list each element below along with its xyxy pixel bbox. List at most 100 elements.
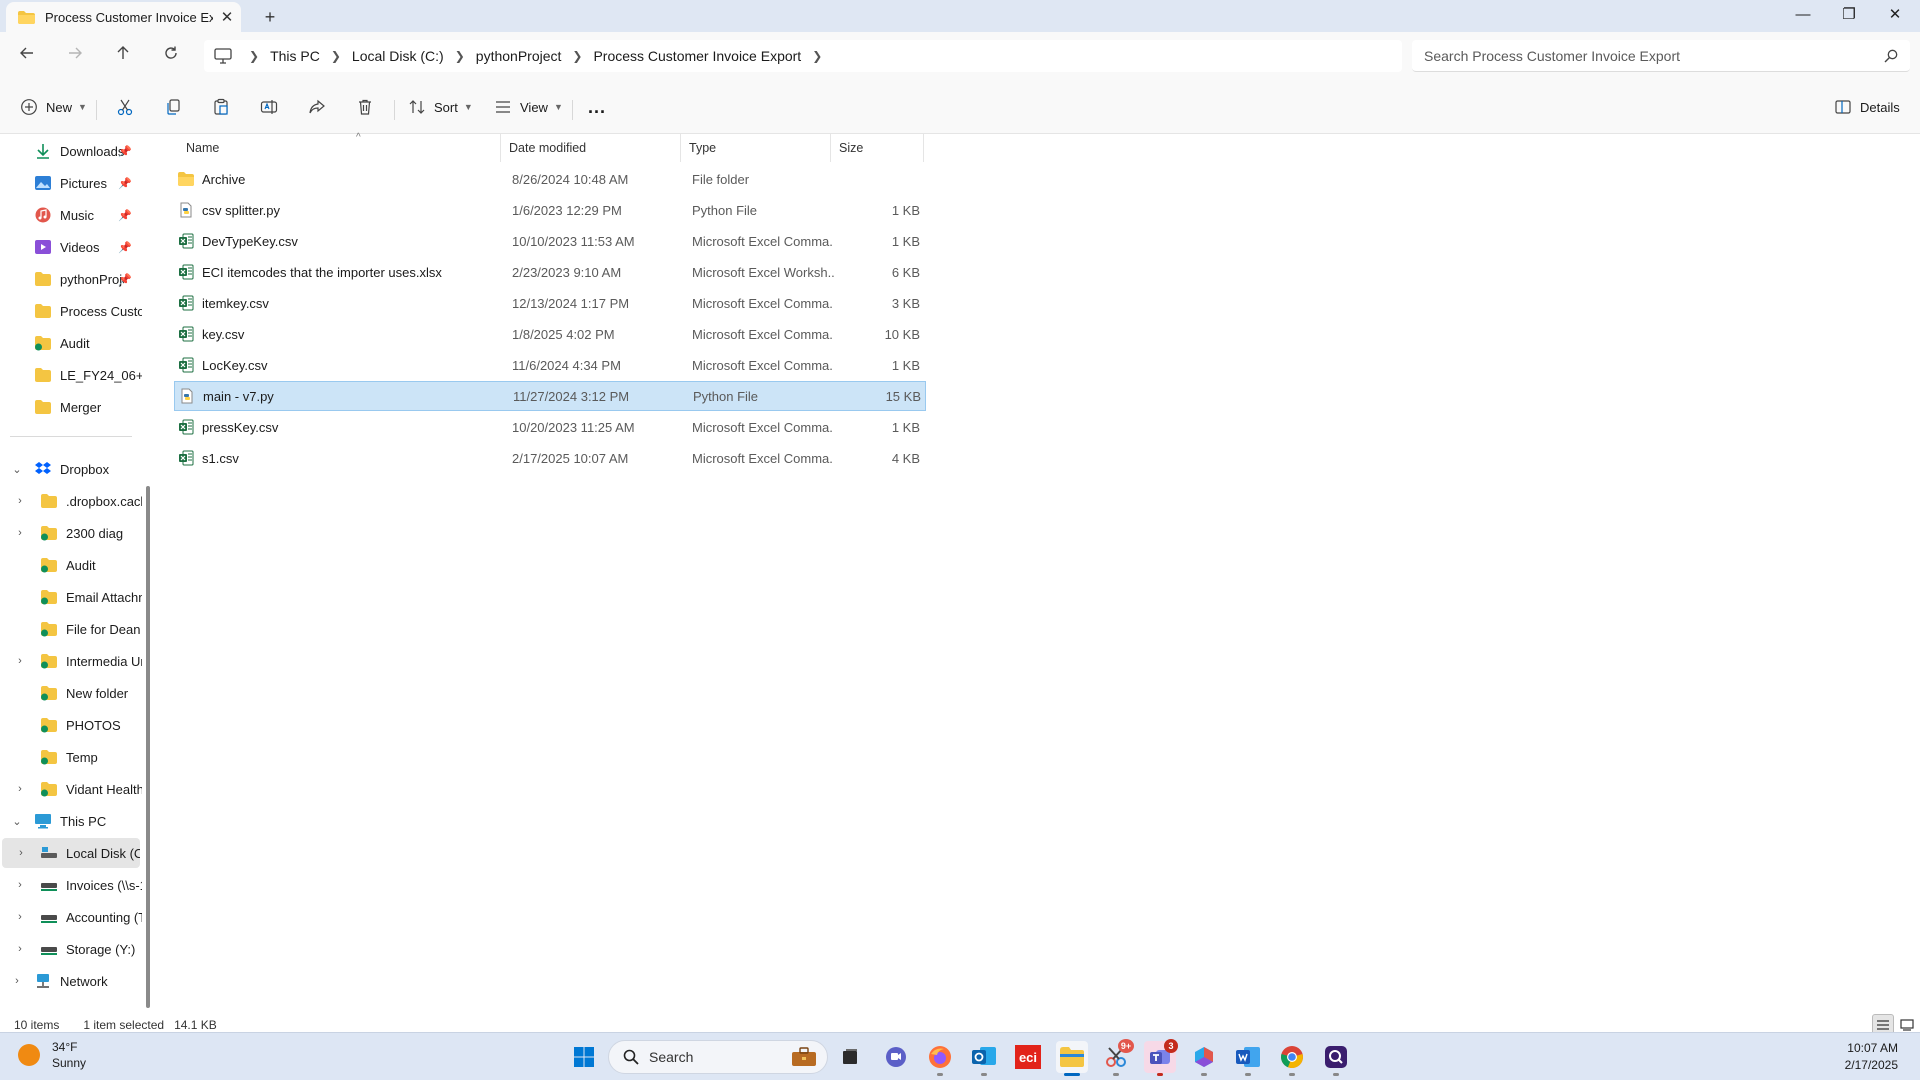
nav-item-network[interactable]: › Network (0, 966, 142, 996)
system-clock[interactable]: 10:07 AM 2/17/2025 (1845, 1040, 1898, 1074)
chrome-button[interactable] (1276, 1041, 1308, 1076)
scissors-icon (117, 99, 133, 116)
nav-item-music[interactable]: Music 📌 (0, 200, 142, 230)
nav-scrollbar[interactable] (146, 486, 150, 1008)
table-row[interactable]: Archive 8/26/2024 10:48 AM File folder (174, 164, 926, 194)
table-row[interactable]: DevTypeKey.csv 10/10/2023 11:53 AM Microso… (174, 226, 926, 256)
minimize-button[interactable]: — (1780, 0, 1826, 32)
breadcrumb-local-disk[interactable]: Local Disk (C:) (344, 48, 452, 64)
file-date-modified: 1/6/2023 12:29 PM (512, 202, 622, 218)
table-row[interactable]: main - v7.py 11/27/2024 3:12 PM Python Fil… (174, 381, 926, 411)
nav-item-2300-diag[interactable]: › 2300 diag (0, 518, 142, 548)
rename-button[interactable] (260, 92, 278, 122)
breadcrumb-this-pc[interactable]: This PC (262, 48, 328, 64)
search-input[interactable]: Search Process Customer Invoice Export (1412, 40, 1910, 72)
cut-button[interactable] (116, 92, 134, 122)
nav-item-dropbox-cache[interactable]: › .dropbox.cache (0, 486, 142, 516)
chevron-right-icon[interactable]: › (0, 527, 40, 539)
new-tab-button[interactable]: + (256, 5, 284, 29)
address-bar[interactable]: ❯ This PC ❯ Local Disk (C:) ❯ pythonProj… (204, 40, 1402, 72)
nav-item-storage-drive[interactable]: › Storage (Y:) (0, 934, 142, 964)
refresh-button[interactable] (156, 42, 186, 72)
file-explorer-button[interactable] (1056, 1041, 1088, 1076)
chevron-right-icon[interactable]: › (0, 911, 40, 923)
firefox-button[interactable] (924, 1041, 956, 1076)
teams-button[interactable]: 3 (1144, 1039, 1178, 1076)
delete-button[interactable] (356, 92, 374, 122)
share-button[interactable] (308, 92, 326, 122)
breadcrumb-python-project[interactable]: pythonProject (468, 48, 570, 64)
nav-item-pictures[interactable]: Pictures 📌 (0, 168, 142, 198)
table-row[interactable]: ECI itemcodes that the importer uses.xls… (174, 257, 926, 287)
weather-widget[interactable]: 34°F Sunny (18, 1039, 86, 1071)
eci-app-button[interactable]: eci (1012, 1041, 1044, 1073)
nav-item-downloads[interactable]: Downloads 📌 (0, 136, 142, 166)
teams-chat-button[interactable] (880, 1041, 912, 1073)
chevron-right-icon[interactable]: › (0, 655, 40, 667)
nav-item-process-customer[interactable]: Process Customer Invoice Export (0, 296, 142, 326)
nav-item-merger[interactable]: Merger (0, 392, 142, 422)
nav-item-dropbox[interactable]: ⌄ Dropbox (0, 454, 142, 484)
nav-item-email-attachments[interactable]: Email Attachments (0, 582, 142, 612)
snipping-tool-button[interactable]: 9+ (1100, 1039, 1134, 1076)
word-button[interactable] (1232, 1041, 1264, 1076)
close-window-button[interactable]: ✕ (1872, 0, 1918, 32)
column-header-name[interactable]: Name ^ (178, 132, 508, 162)
file-date-modified: 11/27/2024 3:12 PM (513, 388, 630, 404)
table-row[interactable]: pressKey.csv 10/20/2023 11:25 AM Microsoft… (174, 412, 926, 442)
nav-item-photos[interactable]: PHOTOS (0, 710, 142, 740)
tab-process-customer-invoice-export[interactable]: Process Customer Invoice Expo ✕ (6, 2, 241, 32)
chevron-right-icon[interactable]: › (2, 847, 40, 859)
app-q-button[interactable] (1320, 1041, 1352, 1076)
forward-button[interactable] (60, 42, 90, 72)
nav-item-videos[interactable]: Videos 📌 (0, 232, 142, 262)
table-row[interactable]: LocKey.csv 11/6/2024 4:34 PM Microsoft Exc… (174, 350, 926, 380)
details-button[interactable]: Details (1834, 92, 1900, 122)
breadcrumb-current-folder[interactable]: Process Customer Invoice Export (585, 48, 809, 64)
new-button[interactable]: New ▼ (20, 92, 87, 122)
nav-item-python-project[interactable]: pythonProject 📌 (0, 264, 142, 294)
table-row[interactable]: s1.csv 2/17/2025 10:07 AM Microsoft Excel … (174, 443, 926, 473)
chevron-right-icon[interactable]: › (0, 975, 34, 987)
column-header-type[interactable]: Type (680, 134, 830, 162)
nav-item-invoices-drive[interactable]: › Invoices (\\s-1 (0, 870, 142, 900)
start-button[interactable] (568, 1041, 600, 1073)
chevron-right-icon[interactable]: ❯ (809, 49, 825, 63)
table-row[interactable]: key.csv 1/8/2025 4:02 PM Microsoft Excel C… (174, 319, 926, 349)
nav-item-temp[interactable]: Temp (0, 742, 142, 772)
close-tab-icon[interactable]: ✕ (213, 8, 241, 26)
nav-item-vidant-health[interactable]: › Vidant Health (0, 774, 142, 804)
chevron-right-icon[interactable]: › (0, 495, 40, 507)
back-button[interactable] (12, 42, 42, 72)
nav-item-le-fy24[interactable]: LE_FY24_06+06 (0, 360, 142, 390)
nav-item-new-folder[interactable]: New folder (0, 678, 142, 708)
column-header-date[interactable]: Date modified (500, 134, 680, 162)
microsoft-365-button[interactable] (1188, 1041, 1220, 1076)
table-row[interactable]: csv splitter.py 1/6/2023 12:29 PM Python F… (174, 195, 926, 225)
chevron-right-icon[interactable]: › (0, 783, 40, 795)
nav-item-audit[interactable]: Audit (0, 328, 142, 358)
nav-item-accounting-drive[interactable]: › Accounting (T (0, 902, 142, 932)
nav-item-intermedia[interactable]: › Intermedia Un (0, 646, 142, 676)
task-view-button[interactable] (834, 1041, 866, 1073)
nav-item-this-pc[interactable]: ⌄ This PC (0, 806, 142, 836)
view-button[interactable]: View ▼ (494, 92, 563, 122)
outlook-button[interactable] (968, 1041, 1000, 1076)
column-header-size[interactable]: Size (830, 134, 924, 162)
chevron-down-icon[interactable]: ⌄ (0, 463, 34, 476)
nav-item-dropbox-audit[interactable]: Audit (0, 550, 142, 580)
nav-item-local-disk[interactable]: › Local Disk (C:) (2, 838, 140, 868)
table-row[interactable]: itemkey.csv 12/13/2024 1:17 PM Microsoft E… (174, 288, 926, 318)
sort-button[interactable]: Sort ▼ (408, 92, 473, 122)
chevron-right-icon[interactable]: › (0, 879, 40, 891)
maximize-button[interactable]: ❐ (1826, 0, 1872, 32)
chevron-right-icon[interactable]: › (0, 943, 40, 955)
chevron-down-icon[interactable]: ⌄ (0, 815, 34, 828)
nav-item-file-for-dean[interactable]: File for Dean (0, 614, 142, 644)
up-button[interactable] (108, 42, 138, 72)
more-options-button[interactable]: ... (588, 92, 606, 122)
outlook-icon (972, 1047, 996, 1065)
taskbar-search[interactable]: Search (608, 1040, 828, 1074)
copy-button[interactable] (164, 92, 182, 122)
paste-button[interactable] (212, 92, 230, 122)
